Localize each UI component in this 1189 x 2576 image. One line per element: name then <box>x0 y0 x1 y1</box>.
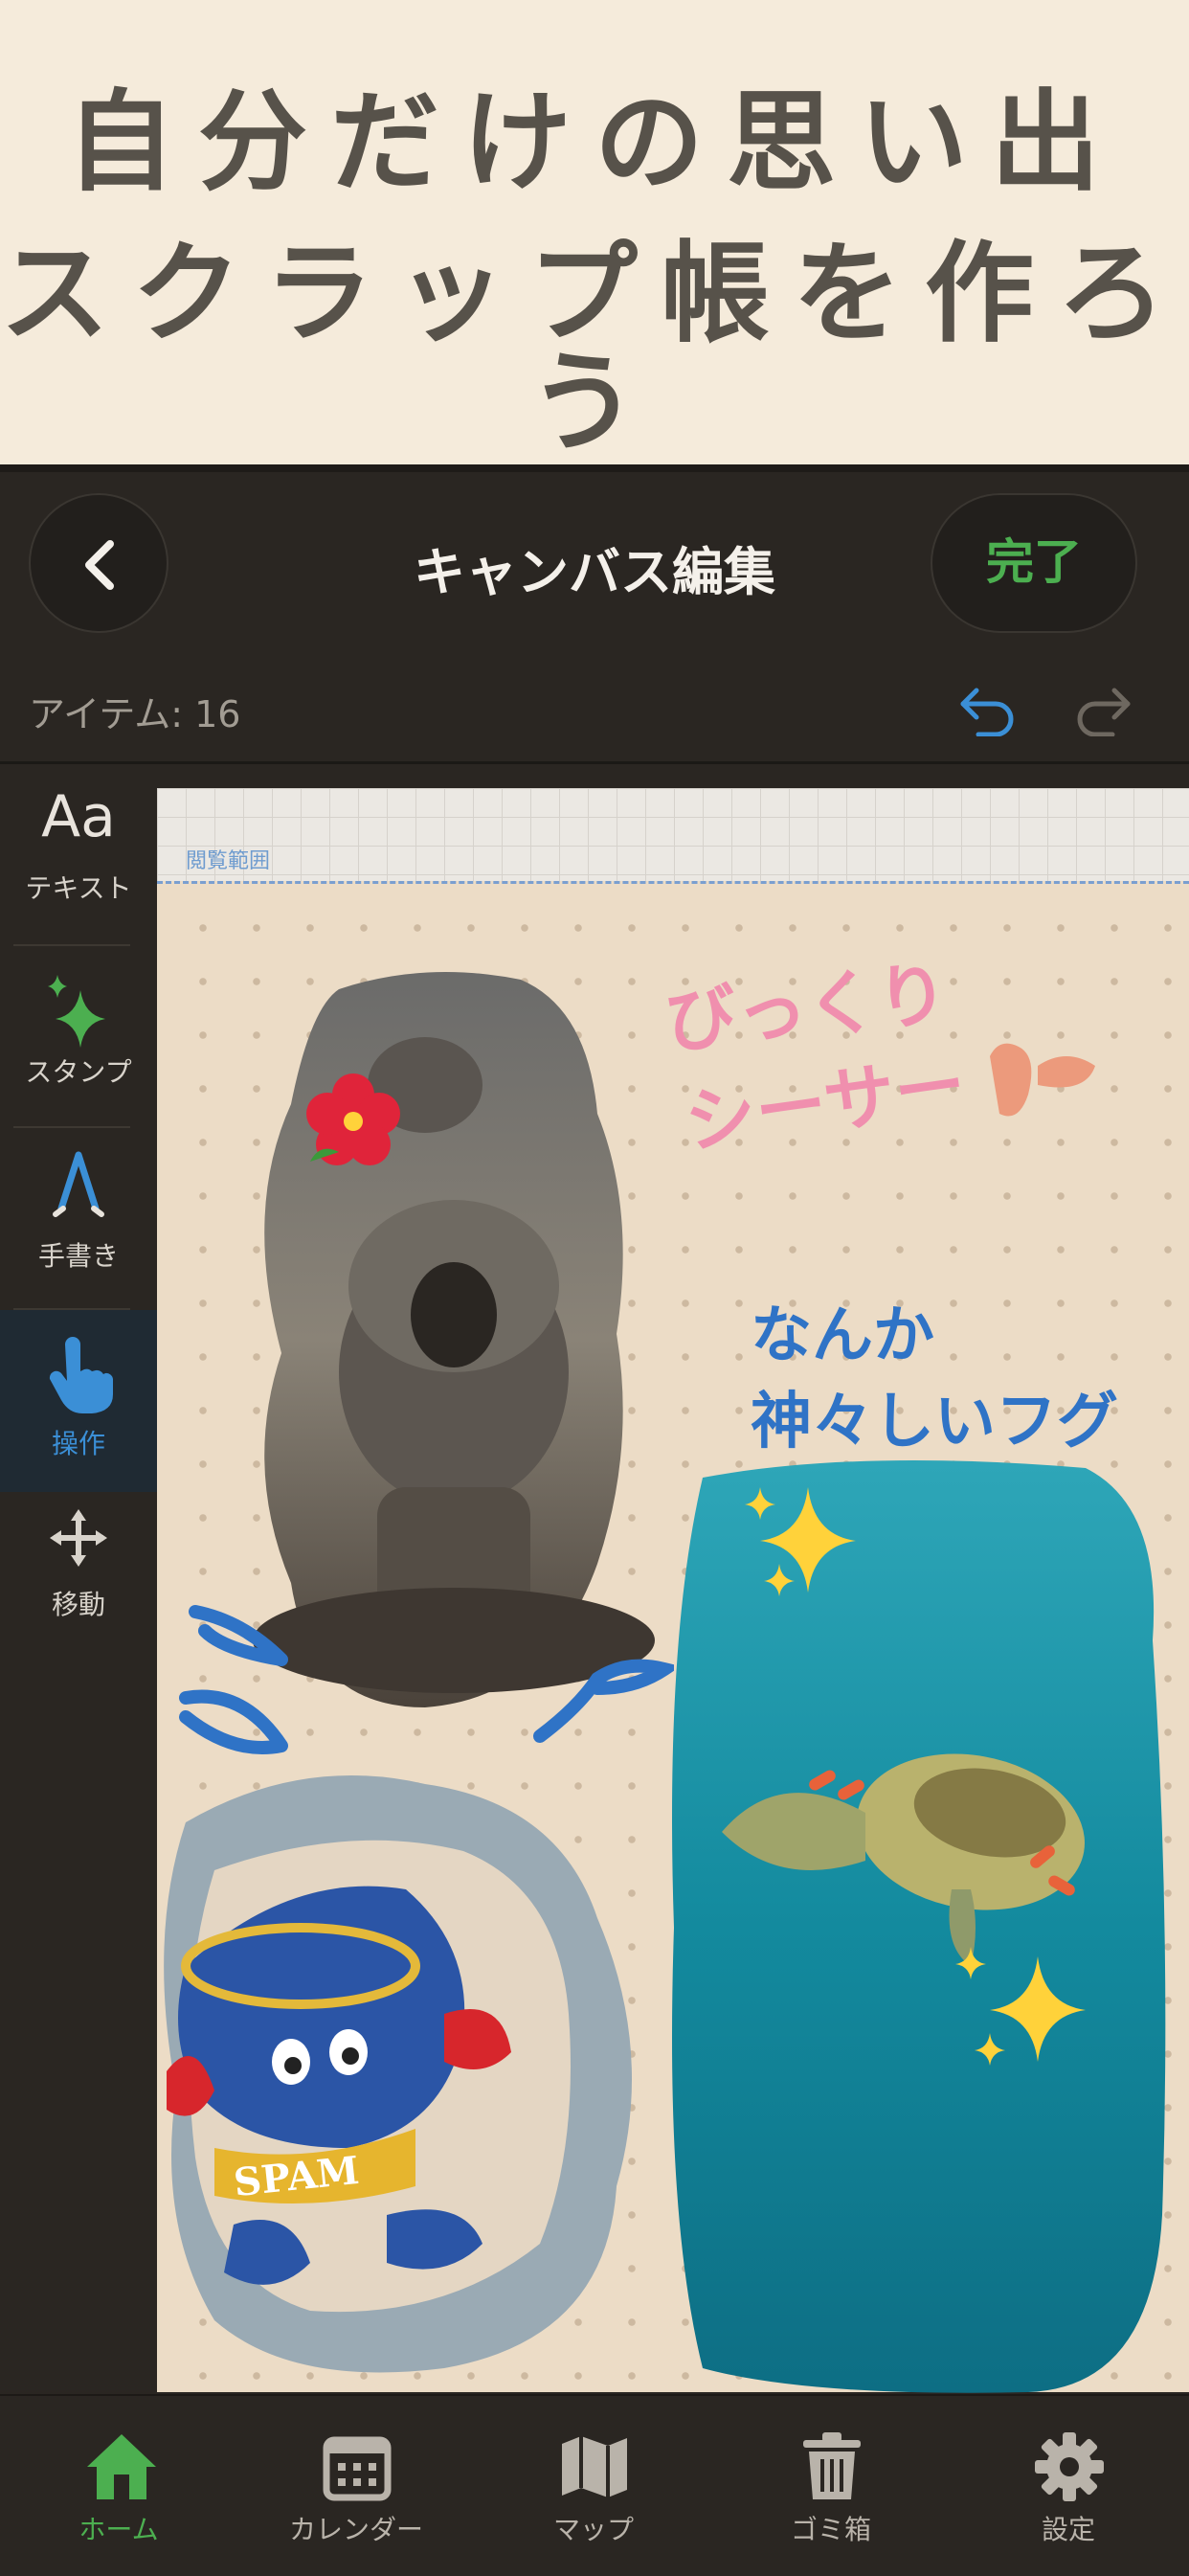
tap-hand-icon <box>49 1337 114 1413</box>
text-icon: Aa <box>41 783 116 850</box>
tab-calendar[interactable]: カレンダー <box>237 2396 475 2576</box>
chevron-left-icon <box>85 540 114 590</box>
tab-label: マップ <box>552 2514 634 2545</box>
sparkle-icon <box>48 975 105 1048</box>
tab-label: カレンダー <box>288 2514 423 2545</box>
tab-label: ホーム <box>79 2514 159 2545</box>
nav-header: キャンバス編集 完了 <box>0 472 1189 633</box>
tool-handwrite[interactable]: 手書き <box>0 1128 157 1310</box>
bottom-tab-bar: ホーム カレンダー マップ ゴミ箱 設定 <box>0 2394 1189 2576</box>
tab-label: ゴミ箱 <box>790 2514 871 2545</box>
app-screen: キャンバス編集 完了 アイテム: 16 Aa テキスト スタンプ 手書き 操作 … <box>0 464 1189 2576</box>
hibiscus-sticker[interactable] <box>301 1066 406 1171</box>
tool-label: 操作 <box>51 1428 105 1459</box>
item-count: アイテム: 16 <box>29 693 241 735</box>
tab-label: 設定 <box>1041 2514 1095 2545</box>
handwriting-blue-line2[interactable]: 神々しいフグ <box>751 1372 1118 1460</box>
pink-heart-doodle[interactable] <box>980 1037 1105 1133</box>
tool-move[interactable]: 移動 <box>0 1492 157 1674</box>
done-button[interactable]: 完了 <box>931 493 1137 633</box>
tab-home[interactable]: ホーム <box>0 2396 237 2576</box>
tool-label: テキスト <box>25 872 132 904</box>
pen-icon <box>53 1151 104 1217</box>
promo-headline-line1: 自分だけの思い出 <box>65 79 1123 206</box>
tool-stamp[interactable]: スタンプ <box>0 946 157 1128</box>
tab-trash[interactable]: ゴミ箱 <box>712 2396 950 2576</box>
trash-icon <box>803 2432 861 2499</box>
tool-operate[interactable]: 操作 <box>0 1310 157 1492</box>
promo-headline-line2: スクラップ帳を作ろう <box>0 230 1189 466</box>
move-arrows-icon <box>50 1509 107 1567</box>
tab-settings[interactable]: 設定 <box>950 2396 1187 2576</box>
page-title: キャンバス編集 <box>414 542 775 602</box>
calendar-icon <box>323 2436 392 2501</box>
handwriting-blue-line1[interactable]: なんか <box>751 1286 934 1374</box>
redo-icon[interactable] <box>1072 683 1133 736</box>
back-button[interactable] <box>29 493 168 633</box>
pufferfish-photo[interactable] <box>664 1449 1181 2397</box>
tool-label: 移動 <box>51 1589 105 1620</box>
canvas-area[interactable]: 閲覧範囲 びっくり シーサー なんか 神々しいフグ SPAM <box>157 788 1189 2393</box>
blue-scribble-right[interactable] <box>530 1650 674 1755</box>
map-icon <box>562 2436 627 2497</box>
toolbar-divider <box>0 761 1189 764</box>
canvas-grid <box>157 788 1189 884</box>
tool-label: スタンプ <box>25 1056 132 1088</box>
promo-banner: 自分だけの思い出 スクラップ帳を作ろう <box>0 0 1189 464</box>
tool-sidebar: Aa テキスト スタンプ 手書き 操作 移動 <box>0 764 157 2392</box>
undo-icon[interactable] <box>957 683 1019 736</box>
viewing-range-label: 閲覧範囲 <box>186 849 271 873</box>
tool-label: 手書き <box>37 1240 119 1272</box>
tab-map[interactable]: マップ <box>475 2396 712 2576</box>
status-strip <box>0 464 1189 472</box>
spam-mascot-photo[interactable]: SPAM <box>157 1746 674 2378</box>
home-icon <box>87 2434 156 2499</box>
tool-text[interactable]: Aa テキスト <box>0 764 157 946</box>
gear-icon <box>1035 2432 1104 2501</box>
scrapbook-page[interactable]: びっくり シーサー なんか 神々しいフグ SPAM <box>157 881 1189 2393</box>
